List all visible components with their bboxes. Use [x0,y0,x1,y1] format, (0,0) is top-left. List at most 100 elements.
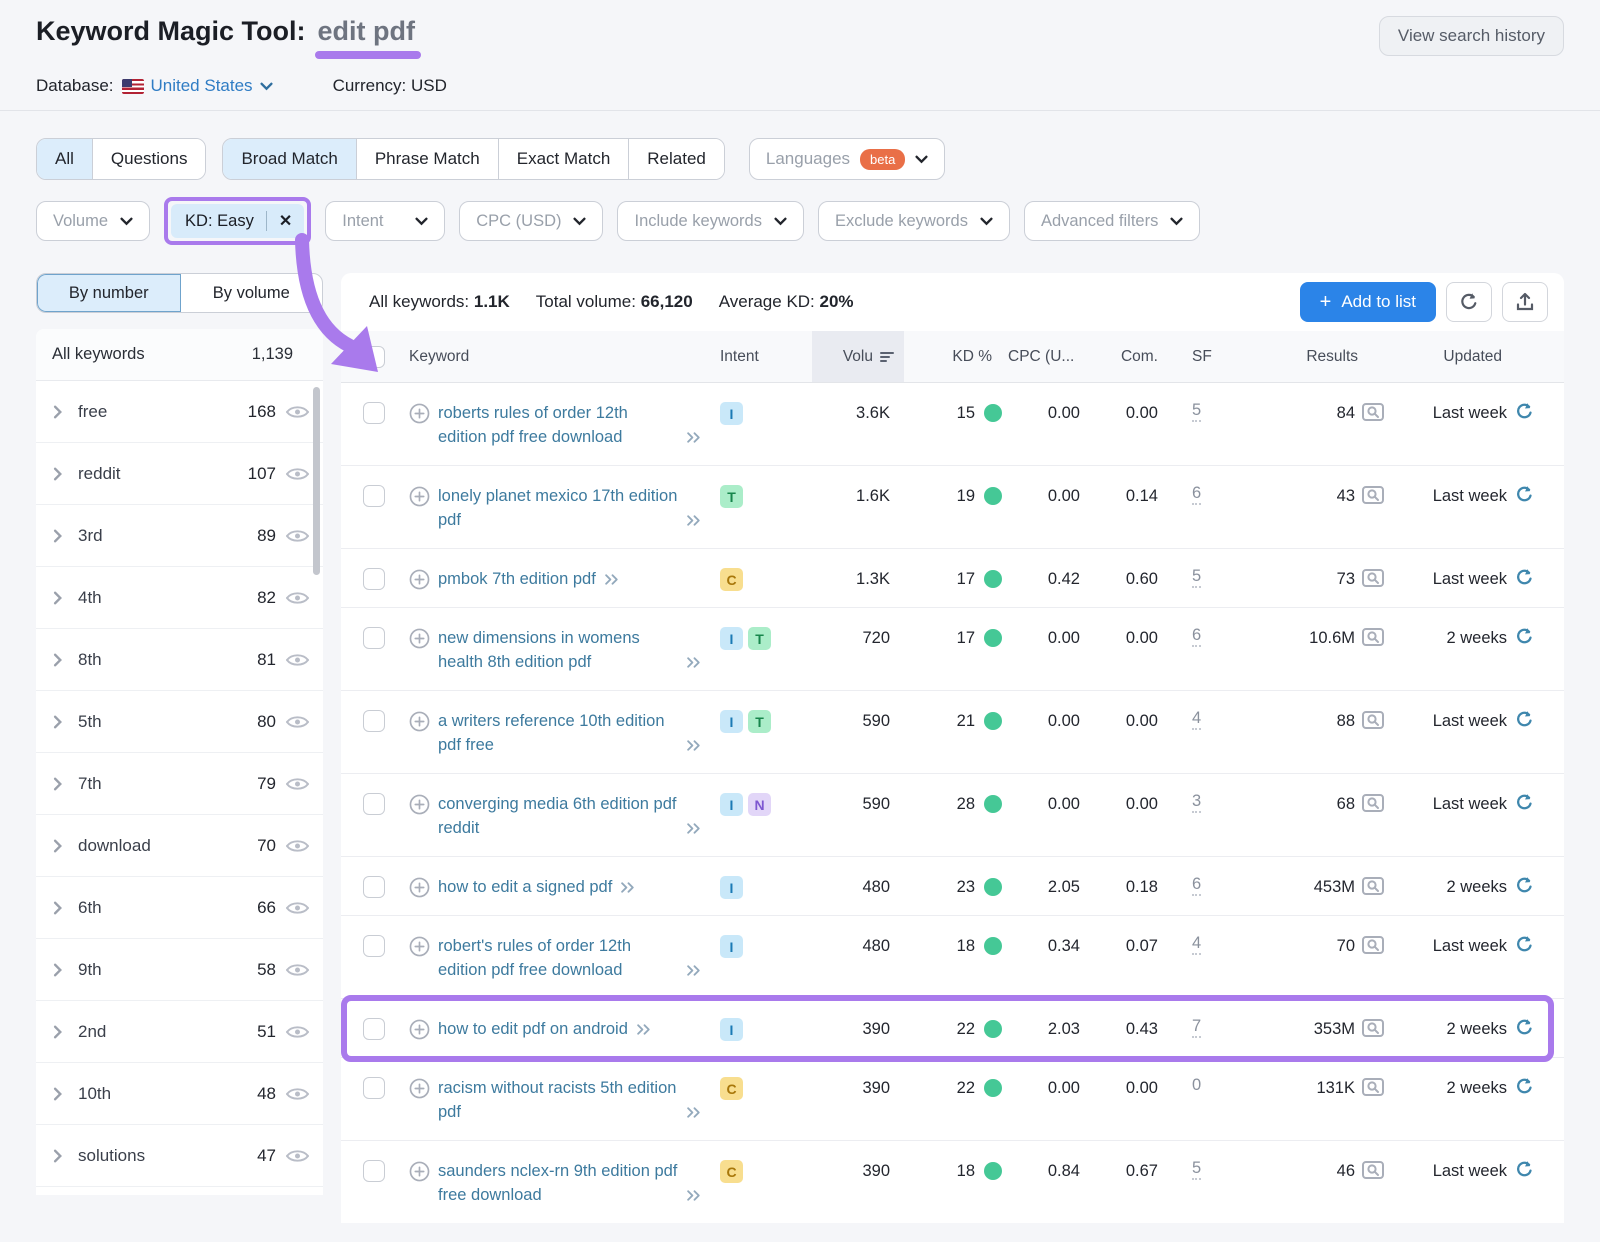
row-checkbox[interactable] [363,1160,385,1182]
eye-icon[interactable] [286,590,309,606]
open-keyword-icon[interactable] [686,964,703,977]
add-to-list-button[interactable]: + Add to list [1300,282,1436,322]
group-item[interactable]: solutions 47 [36,1125,323,1187]
all-keywords-group[interactable]: All keywords 1,139 [36,329,323,381]
volume-filter-dropdown[interactable]: Volume [36,201,150,241]
open-keyword-icon[interactable] [636,1023,653,1036]
group-item[interactable]: 5th 80 [36,691,323,753]
refresh-keyword-icon[interactable] [1515,402,1534,421]
keyword-link[interactable]: lonely planet mexico 17th edition pdf [438,484,678,532]
row-checkbox[interactable] [363,627,385,649]
table-row-highlighted[interactable]: how to edit pdf on android I 390 22 2.03… [341,999,1564,1058]
refresh-keyword-icon[interactable] [1515,1077,1534,1096]
row-checkbox[interactable] [363,485,385,507]
row-checkbox[interactable] [363,935,385,957]
column-cpc[interactable]: CPC (U... [1002,348,1102,366]
eye-icon[interactable] [286,1086,309,1102]
keyword-link[interactable]: pmbok 7th edition pdf [438,567,596,591]
serp-preview-icon[interactable] [1362,794,1384,812]
intent-filter-dropdown[interactable]: Intent [325,201,445,241]
add-keyword-icon[interactable] [409,794,430,815]
table-row[interactable]: racism without racists 5th edition pdf C… [341,1058,1564,1141]
table-row[interactable]: saunders nclex-rn 9th edition pdf free d… [341,1141,1564,1223]
open-keyword-icon[interactable] [604,573,621,586]
table-row[interactable]: converging media 6th edition pdf reddit … [341,774,1564,857]
refresh-keyword-icon[interactable] [1515,627,1534,646]
group-item[interactable]: introduction 43 [36,1187,323,1195]
database-selector[interactable]: United States [122,76,273,96]
column-kd[interactable]: KD % [904,348,1002,366]
sf-value[interactable]: 5 [1192,401,1201,422]
advanced-filters-dropdown[interactable]: Advanced filters [1024,201,1200,241]
row-checkbox[interactable] [363,710,385,732]
add-keyword-icon[interactable] [409,936,430,957]
languages-dropdown[interactable]: Languages beta [749,138,945,180]
refresh-keyword-icon[interactable] [1515,876,1534,895]
eye-icon[interactable] [286,652,309,668]
open-keyword-icon[interactable] [686,822,703,835]
add-keyword-icon[interactable] [409,486,430,507]
by-number-toggle[interactable]: By number [37,274,181,312]
sf-value[interactable]: 6 [1192,626,1201,647]
row-checkbox[interactable] [363,793,385,815]
add-keyword-icon[interactable] [409,628,430,649]
eye-icon[interactable] [286,962,309,978]
row-checkbox[interactable] [363,876,385,898]
sf-value[interactable]: 5 [1192,1159,1201,1180]
group-item[interactable]: free 168 [36,381,323,443]
serp-preview-icon[interactable] [1362,1019,1384,1037]
serp-preview-icon[interactable] [1362,877,1384,895]
serp-preview-icon[interactable] [1362,1161,1384,1179]
open-keyword-icon[interactable] [686,656,703,669]
table-row[interactable]: a writers reference 10th edition pdf fre… [341,691,1564,774]
column-updated[interactable]: Updated [1384,348,1534,366]
sf-value[interactable]: 6 [1192,875,1201,896]
column-intent[interactable]: Intent [720,348,812,366]
eye-icon[interactable] [286,714,309,730]
sf-value[interactable]: 7 [1192,1017,1201,1038]
select-all-checkbox[interactable] [363,346,385,368]
sf-value[interactable]: 6 [1192,484,1201,505]
keyword-link[interactable]: how to edit a signed pdf [438,875,612,899]
add-keyword-icon[interactable] [409,1161,430,1182]
eye-icon[interactable] [286,776,309,792]
column-keyword[interactable]: Keyword [409,348,720,366]
eye-icon[interactable] [286,1148,309,1164]
add-keyword-icon[interactable] [409,403,430,424]
serp-preview-icon[interactable] [1362,569,1384,587]
keyword-link[interactable]: saunders nclex-rn 9th edition pdf free d… [438,1159,678,1207]
refresh-keyword-icon[interactable] [1515,1160,1534,1179]
group-item[interactable]: 10th 48 [36,1063,323,1125]
serp-preview-icon[interactable] [1362,486,1384,504]
refresh-metrics-button[interactable] [1446,282,1492,322]
eye-icon[interactable] [286,838,309,854]
table-row[interactable]: new dimensions in womens health 8th edit… [341,608,1564,691]
remove-kd-filter-icon[interactable]: ✕ [277,211,304,231]
keyword-link[interactable]: how to edit pdf on android [438,1017,628,1041]
sidebar-scrollbar[interactable] [313,387,320,575]
tab-all[interactable]: All [37,139,92,179]
keyword-link[interactable]: racism without racists 5th edition pdf [438,1076,678,1124]
keyword-link[interactable]: robert's rules of order 12th edition pdf… [438,934,678,982]
eye-icon[interactable] [286,900,309,916]
group-item[interactable]: download 70 [36,815,323,877]
table-row[interactable]: robert's rules of order 12th edition pdf… [341,916,1564,999]
open-keyword-icon[interactable] [686,431,703,444]
tab-questions[interactable]: Questions [92,139,206,179]
eye-icon[interactable] [286,1024,309,1040]
serp-preview-icon[interactable] [1362,711,1384,729]
serp-preview-icon[interactable] [1362,1078,1384,1096]
column-sf[interactable]: SF [1186,348,1242,366]
open-keyword-icon[interactable] [686,1189,703,1202]
table-row[interactable]: pmbok 7th edition pdf C 1.3K 17 0.42 0.6… [341,549,1564,608]
tab-related[interactable]: Related [628,139,724,179]
column-results[interactable]: Results [1242,348,1384,366]
column-com[interactable]: Com. [1102,348,1186,366]
table-row[interactable]: lonely planet mexico 17th edition pdf T … [341,466,1564,549]
group-item[interactable]: 4th 82 [36,567,323,629]
sf-value[interactable]: 4 [1192,934,1201,955]
tab-broad-match[interactable]: Broad Match [223,139,355,179]
add-keyword-icon[interactable] [409,569,430,590]
tab-exact-match[interactable]: Exact Match [498,139,629,179]
refresh-keyword-icon[interactable] [1515,568,1534,587]
